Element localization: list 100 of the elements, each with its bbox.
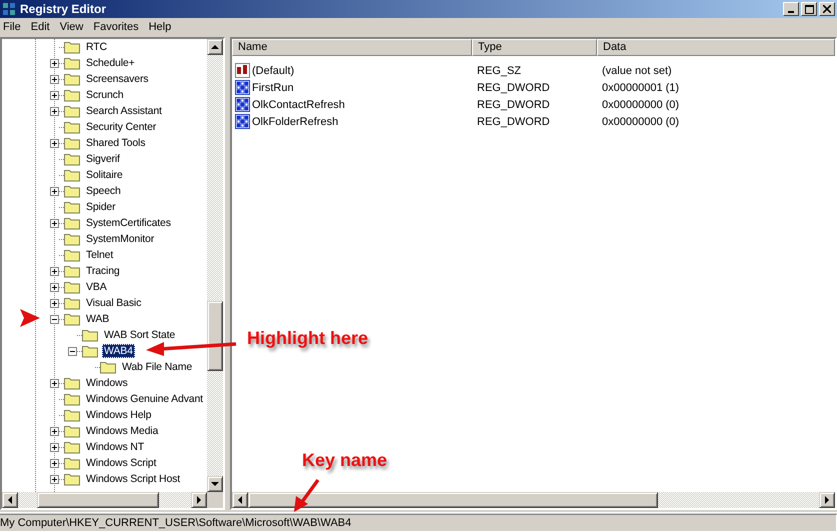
value-name[interactable]: FirstRun xyxy=(252,82,294,94)
menu-item[interactable]: View xyxy=(56,21,90,33)
status-bar: My Computer\HKEY_CURRENT_USER\Software\Microsoft\WAB\WAB4 xyxy=(0,514,837,532)
expand-icon[interactable] xyxy=(50,138,59,148)
column-header[interactable]: Data xyxy=(597,39,835,56)
annotation-text: Key name xyxy=(302,450,388,471)
menu-item[interactable]: Favorites xyxy=(90,21,145,33)
up-arrow-icon xyxy=(211,43,219,51)
expand-icon[interactable] xyxy=(50,282,59,292)
expand-icon[interactable] xyxy=(50,90,59,100)
tree-item[interactable]: Wab File Name xyxy=(120,360,194,374)
right-arrow-icon xyxy=(823,496,831,504)
tree-item[interactable]: Spider xyxy=(84,200,118,214)
folder-icon xyxy=(64,472,80,486)
expand-icon[interactable] xyxy=(50,74,59,84)
folder-icon xyxy=(64,296,80,310)
tree-item[interactable]: RTC xyxy=(84,40,109,54)
folder-icon xyxy=(64,136,80,150)
tree-item[interactable]: Visual Basic xyxy=(84,296,144,310)
expand-icon[interactable] xyxy=(50,106,59,116)
folder-icon xyxy=(64,152,80,166)
binary-value-icon xyxy=(235,114,251,130)
tree-item[interactable]: WAB xyxy=(84,312,112,326)
tree-item[interactable]: Security Center xyxy=(84,120,158,134)
folder-icon xyxy=(82,328,98,342)
tree-item[interactable]: Windows Genuine Advant xyxy=(84,392,205,406)
expand-icon[interactable] xyxy=(50,218,59,228)
left-arrow-icon xyxy=(236,496,244,504)
expand-icon[interactable] xyxy=(50,378,59,388)
tree-item[interactable]: Windows Media xyxy=(84,424,160,438)
folder-icon xyxy=(64,232,80,246)
tree-item[interactable]: VBA xyxy=(84,280,109,294)
scroll-thumb[interactable] xyxy=(37,492,159,508)
tree-item[interactable]: Speech xyxy=(84,184,123,198)
maximize-icon xyxy=(804,4,814,14)
folder-icon xyxy=(64,424,80,438)
tree-item[interactable]: Screensavers xyxy=(84,72,150,86)
value-name[interactable]: (Default) xyxy=(252,64,294,76)
horizontal-scrollbar[interactable] xyxy=(232,492,835,508)
value-data: (value not set) xyxy=(601,64,673,76)
folder-icon xyxy=(64,280,80,294)
expand-icon[interactable] xyxy=(50,426,59,436)
scroll-thumb[interactable] xyxy=(248,492,658,508)
tree-item[interactable]: Windows Help xyxy=(84,408,154,422)
close-button[interactable] xyxy=(819,2,835,16)
tree-item[interactable]: Windows Script Host xyxy=(84,472,182,486)
expand-icon[interactable] xyxy=(50,474,59,484)
scroll-thumb[interactable] xyxy=(207,301,223,371)
value-name[interactable]: OlkContactRefresh xyxy=(252,98,345,110)
close-icon xyxy=(823,5,831,13)
expand-icon[interactable] xyxy=(50,298,59,308)
tree-item[interactable]: Windows Script xyxy=(84,456,158,470)
value-type: REG_DWORD xyxy=(476,98,551,110)
tree-item[interactable]: Tracing xyxy=(84,264,122,278)
collapse-icon[interactable] xyxy=(68,346,77,356)
tree-item[interactable]: Search Assistant xyxy=(84,104,164,118)
tree-item[interactable]: WAB Sort State xyxy=(102,328,178,342)
folder-icon xyxy=(64,376,80,390)
down-arrow-icon xyxy=(211,480,219,488)
menu-item[interactable]: Help xyxy=(146,21,178,33)
folder-icon xyxy=(100,360,116,374)
maximize-button[interactable] xyxy=(801,2,817,16)
folder-icon xyxy=(82,344,98,358)
folder-icon xyxy=(64,216,80,230)
binary-value-icon xyxy=(235,96,251,112)
tree-item[interactable]: SystemCertificates xyxy=(84,216,173,230)
tree-item[interactable]: Sigverif xyxy=(84,152,122,166)
horizontal-scrollbar[interactable] xyxy=(2,492,207,508)
binary-value-icon xyxy=(235,80,251,96)
folder-icon xyxy=(64,184,80,198)
menu-item[interactable]: Edit xyxy=(28,21,56,33)
tree-item[interactable]: Windows xyxy=(84,376,130,390)
value-data: 0x00000000 (0) xyxy=(601,98,680,110)
value-name[interactable]: OlkFolderRefresh xyxy=(252,116,338,128)
minimize-button[interactable] xyxy=(783,2,799,16)
tree-item[interactable]: Scrunch xyxy=(84,88,126,102)
folder-icon xyxy=(64,408,80,422)
value-data: 0x00000001 (1) xyxy=(601,82,680,94)
app-icon xyxy=(2,2,16,16)
folder-icon xyxy=(64,456,80,470)
collapse-icon[interactable] xyxy=(50,314,59,324)
expand-icon[interactable] xyxy=(50,266,59,276)
expand-icon[interactable] xyxy=(50,186,59,196)
folder-icon xyxy=(64,40,80,54)
vertical-scrollbar[interactable] xyxy=(207,39,223,492)
tree-item[interactable]: Solitaire xyxy=(84,168,125,182)
tree-item[interactable]: Telnet xyxy=(84,248,116,262)
tree-item[interactable]: WAB4 xyxy=(102,344,135,358)
menu-item[interactable]: File xyxy=(0,21,27,33)
expand-icon[interactable] xyxy=(50,442,59,452)
right-arrow-icon xyxy=(195,496,203,504)
tree-item[interactable]: Shared Tools xyxy=(84,136,148,150)
folder-icon xyxy=(64,88,80,102)
tree-item[interactable]: Windows NT xyxy=(84,440,146,454)
expand-icon[interactable] xyxy=(50,458,59,468)
tree-item[interactable]: SystemMonitor xyxy=(84,232,156,246)
column-header[interactable]: Type xyxy=(472,39,597,56)
column-header[interactable]: Name xyxy=(232,39,472,56)
tree-item[interactable]: Schedule+ xyxy=(84,56,137,70)
expand-icon[interactable] xyxy=(50,58,59,68)
